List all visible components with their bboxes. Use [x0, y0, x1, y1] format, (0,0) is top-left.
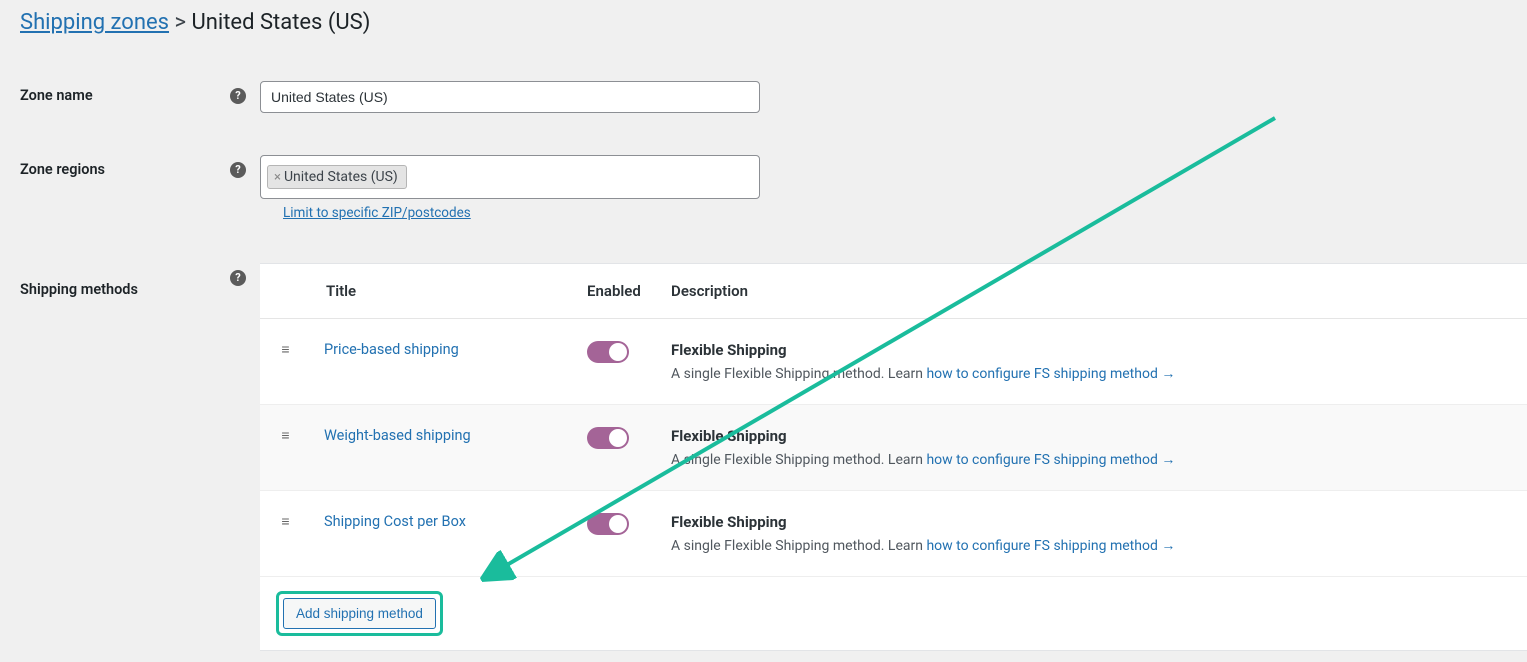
method-title-link[interactable]: Shipping Cost per Box [324, 513, 466, 530]
shipping-methods-table: Title Enabled Description ≡ Price-based … [260, 263, 1527, 651]
method-desc-text: A single Flexible Shipping method. Learn… [671, 365, 1515, 382]
arrow-icon: → [1161, 538, 1175, 554]
help-icon[interactable]: ? [230, 270, 246, 286]
method-title-link[interactable]: Price-based shipping [324, 341, 459, 358]
breadcrumb-current: United States (US) [191, 10, 370, 35]
method-desc-text: A single Flexible Shipping method. Learn… [671, 451, 1515, 468]
enabled-toggle[interactable] [587, 427, 629, 449]
breadcrumb-root-link[interactable]: Shipping zones [20, 10, 169, 35]
enabled-toggle[interactable] [587, 513, 629, 535]
method-desc-title: Flexible Shipping [671, 341, 1515, 359]
table-row: ≡ Weight-based shipping Flexible Shippin… [260, 405, 1527, 491]
zone-name-label: Zone name [20, 87, 93, 104]
zone-regions-select[interactable]: × United States (US) [260, 155, 760, 199]
method-desc-title: Flexible Shipping [671, 513, 1515, 531]
drag-handle-icon[interactable]: ≡ [260, 319, 324, 405]
limit-postcodes-link[interactable]: Limit to specific ZIP/postcodes [283, 205, 471, 221]
drag-handle-icon[interactable]: ≡ [260, 405, 324, 491]
method-title-link[interactable]: Weight-based shipping [324, 427, 471, 444]
table-row: ≡ Price-based shipping Flexible Shipping… [260, 319, 1527, 405]
table-row: ≡ Shipping Cost per Box Flexible Shippin… [260, 491, 1527, 577]
configure-link[interactable]: how to configure FS shipping method [926, 452, 1157, 468]
breadcrumb: Shipping zones > United States (US) [20, 10, 1527, 35]
method-desc-title: Flexible Shipping [671, 427, 1515, 445]
col-title: Title [324, 264, 587, 319]
add-shipping-highlight: Add shipping method [276, 591, 443, 636]
remove-chip-icon[interactable]: × [274, 170, 281, 185]
arrow-icon: → [1161, 366, 1175, 382]
arrow-icon: → [1161, 452, 1175, 468]
drag-handle-icon[interactable]: ≡ [260, 491, 324, 577]
zone-regions-label: Zone regions [20, 161, 105, 178]
method-desc-text: A single Flexible Shipping method. Learn… [671, 537, 1515, 554]
configure-link[interactable]: how to configure FS shipping method [926, 538, 1157, 554]
region-chip-label: United States (US) [284, 169, 398, 185]
zone-name-input[interactable] [260, 81, 760, 113]
breadcrumb-separator: > [174, 10, 186, 35]
shipping-methods-label: Shipping methods [20, 281, 138, 298]
col-description: Description [671, 264, 1527, 319]
add-shipping-method-button[interactable]: Add shipping method [283, 598, 436, 629]
enabled-toggle[interactable] [587, 341, 629, 363]
region-chip[interactable]: × United States (US) [267, 165, 407, 189]
col-enabled: Enabled [587, 264, 671, 319]
configure-link[interactable]: how to configure FS shipping method [926, 366, 1157, 382]
help-icon[interactable]: ? [230, 88, 246, 104]
help-icon[interactable]: ? [230, 162, 246, 178]
